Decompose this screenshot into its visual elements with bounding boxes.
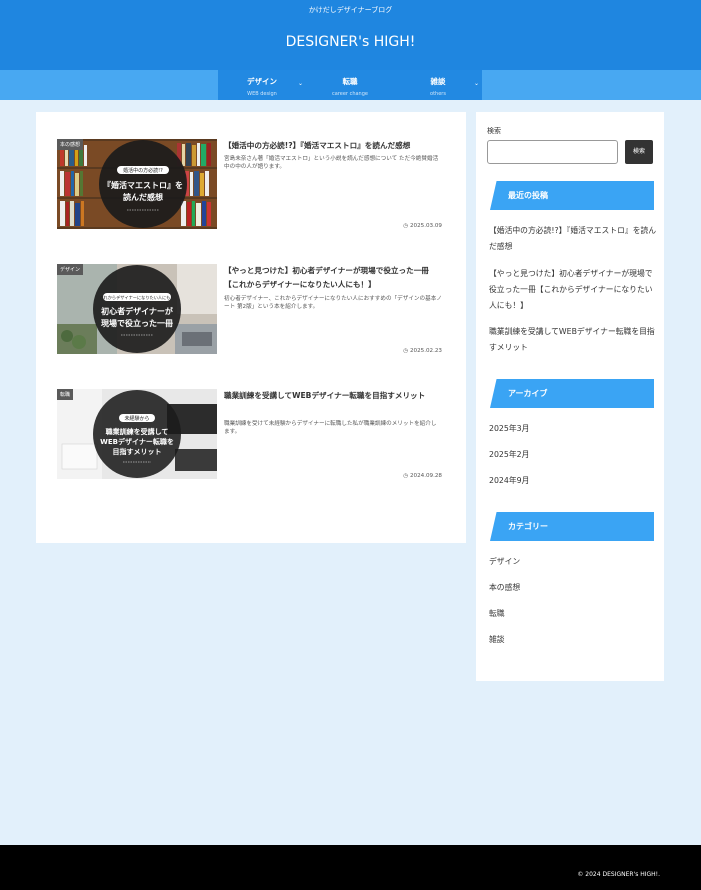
nav-item-label: 転職 (342, 77, 358, 86)
site-tagline: かけだしデザイナーブログ (308, 6, 393, 14)
category-link[interactable]: 本の感想 (489, 580, 659, 596)
nav-menu: デザイン WEB design ⌄ 転職 career change 雑談 ot… (218, 70, 482, 100)
post-card[interactable]: 未経験から 職業訓練を受講して WEBデザイナー転職を 目指すメリット 転職 職… (57, 389, 442, 481)
clock-icon: ◷ (403, 348, 409, 354)
post-thumbnail[interactable]: これからデザイナーになりたい人にも！ 初心者デザイナーが 現場で役立った一冊 デ… (57, 264, 217, 354)
thumb-small-text: 未経験から (124, 415, 149, 422)
site-header: かけだしデザイナーブログ DESIGNER's HIGH! (0, 0, 701, 70)
archive-link[interactable]: 2025年2月 (489, 447, 659, 463)
recent-post-link[interactable]: 【婚活中の方必読!?】『婚活マエストロ』を読んだ感想 (489, 223, 659, 255)
post-title[interactable]: 【婚活中の方必読!?】『婚活マエストロ』を読んだ感想 (224, 139, 442, 153)
bookshelf-image: 婚活中の方必読!? 『婚活マエストロ』を 読んだ感想 (57, 139, 217, 229)
category-link[interactable]: デザイン (489, 554, 659, 570)
nav-item-label: デザイン (247, 77, 277, 86)
thumb-small-text: 婚活中の方必読!? (123, 167, 163, 174)
post-card[interactable]: 婚活中の方必読!? 『婚活マエストロ』を 読んだ感想 本の感想 【婚活中の方必読… (57, 139, 442, 231)
post-date: ◷ 2025.03.09 (403, 223, 442, 229)
post-title[interactable]: 【やっと見つけた】初心者デザイナーが現場で役立った一冊【これからデザイナーになり… (224, 264, 442, 292)
post-card[interactable]: これからデザイナーになりたい人にも！ 初心者デザイナーが 現場で役立った一冊 デ… (57, 264, 442, 356)
thumb-line: 目指すメリット (113, 447, 162, 456)
post-title[interactable]: 職業訓練を受講してWEBデザイナー転職を目指すメリット (224, 389, 442, 403)
recent-posts-title: 最近の投稿 (490, 181, 654, 210)
post-list: 婚活中の方必読!? 『婚活マエストロ』を 読んだ感想 本の感想 【婚活中の方必読… (36, 112, 466, 543)
thumb-line: 職業訓練を受講して (106, 427, 169, 436)
post-thumbnail[interactable]: 婚活中の方必読!? 『婚活マエストロ』を 読んだ感想 本の感想 (57, 139, 217, 229)
nav-item-sub: others (430, 91, 446, 97)
post-date-text: 2025.03.09 (409, 223, 442, 229)
clock-icon: ◷ (403, 223, 409, 229)
thumb-line: WEBデザイナー転職を (100, 437, 174, 446)
search-input[interactable] (487, 140, 618, 164)
archive-title: アーカイブ (490, 379, 654, 408)
thumb-line: 現場で役立った一冊 (101, 318, 173, 328)
chevron-down-icon: ⌄ (473, 80, 479, 87)
post-excerpt: 初心者デザイナー、これからデザイナーになりたい人におすすめの「デザインの基本ノー… (224, 296, 442, 310)
archive-link[interactable]: 2024年9月 (489, 473, 659, 489)
nav-item-design[interactable]: デザイン WEB design ⌄ (218, 70, 306, 100)
thumb-small-text: これからデザイナーになりたい人にも！ (99, 294, 174, 301)
search-label: 検索 (487, 127, 501, 135)
global-nav: デザイン WEB design ⌄ 転職 career change 雑談 ot… (0, 70, 701, 100)
chevron-down-icon: ⌄ (297, 80, 303, 87)
site-footer: © 2024 DESIGNER's HIGH!. (0, 845, 701, 890)
post-date: ◷ 2024.09.28 (403, 473, 442, 479)
nav-item-sub: career change (332, 91, 368, 97)
nav-item-sub: WEB design (247, 91, 277, 97)
category-badge: デザイン (57, 264, 84, 275)
thumb-line: 読んだ感想 (123, 192, 163, 202)
post-date: ◷ 2025.02.23 (403, 348, 442, 354)
post-date-text: 2025.02.23 (409, 348, 442, 354)
category-badge: 本の感想 (57, 139, 84, 150)
nav-item-label: 雑談 (430, 77, 446, 86)
nav-item-career[interactable]: 転職 career change (306, 70, 394, 100)
desk-image: これからデザイナーになりたい人にも！ 初心者デザイナーが 現場で役立った一冊 (57, 264, 217, 354)
thumb-line: 初心者デザイナーが (101, 306, 174, 316)
archive-link[interactable]: 2025年3月 (489, 421, 659, 437)
clock-icon: ◷ (403, 473, 409, 479)
copyright-text: © 2024 DESIGNER's HIGH!. (577, 871, 660, 878)
workspace-image: 未経験から 職業訓練を受講して WEBデザイナー転職を 目指すメリット (57, 389, 217, 479)
post-excerpt: 職業訓練を受けて未経験からデザイナーに転職した私が職業訓練のメリットを紹介します… (224, 421, 437, 435)
nav-item-others[interactable]: 雑談 others ⌄ (394, 70, 482, 100)
search-button[interactable]: 検索 (625, 140, 653, 164)
sidebar: 検索 検索 最近の投稿 【婚活中の方必読!?】『婚活マエストロ』を読んだ感想 【… (476, 112, 664, 681)
category-link[interactable]: 転職 (489, 606, 659, 622)
category-link[interactable]: 雑談 (489, 632, 659, 648)
post-excerpt: 宮島未奈さん著「婚活マエストロ」という小説を読んだ感想について ただ今絶賛婚活中… (224, 156, 439, 170)
recent-post-link[interactable]: 職業訓練を受講してWEBデザイナー転職を目指すメリット (489, 324, 659, 356)
thumb-line: 『婚活マエストロ』を (103, 180, 183, 190)
post-thumbnail[interactable]: 未経験から 職業訓練を受講して WEBデザイナー転職を 目指すメリット 転職 (57, 389, 217, 479)
category-badge: 転職 (57, 389, 74, 400)
site-title[interactable]: DESIGNER's HIGH! (0, 34, 701, 50)
recent-post-link[interactable]: 【やっと見つけた】初心者デザイナーが現場で役立った一冊【これからデザイナーになり… (489, 266, 659, 314)
post-date-text: 2024.09.28 (409, 473, 442, 479)
category-title: カテゴリー (490, 512, 654, 541)
